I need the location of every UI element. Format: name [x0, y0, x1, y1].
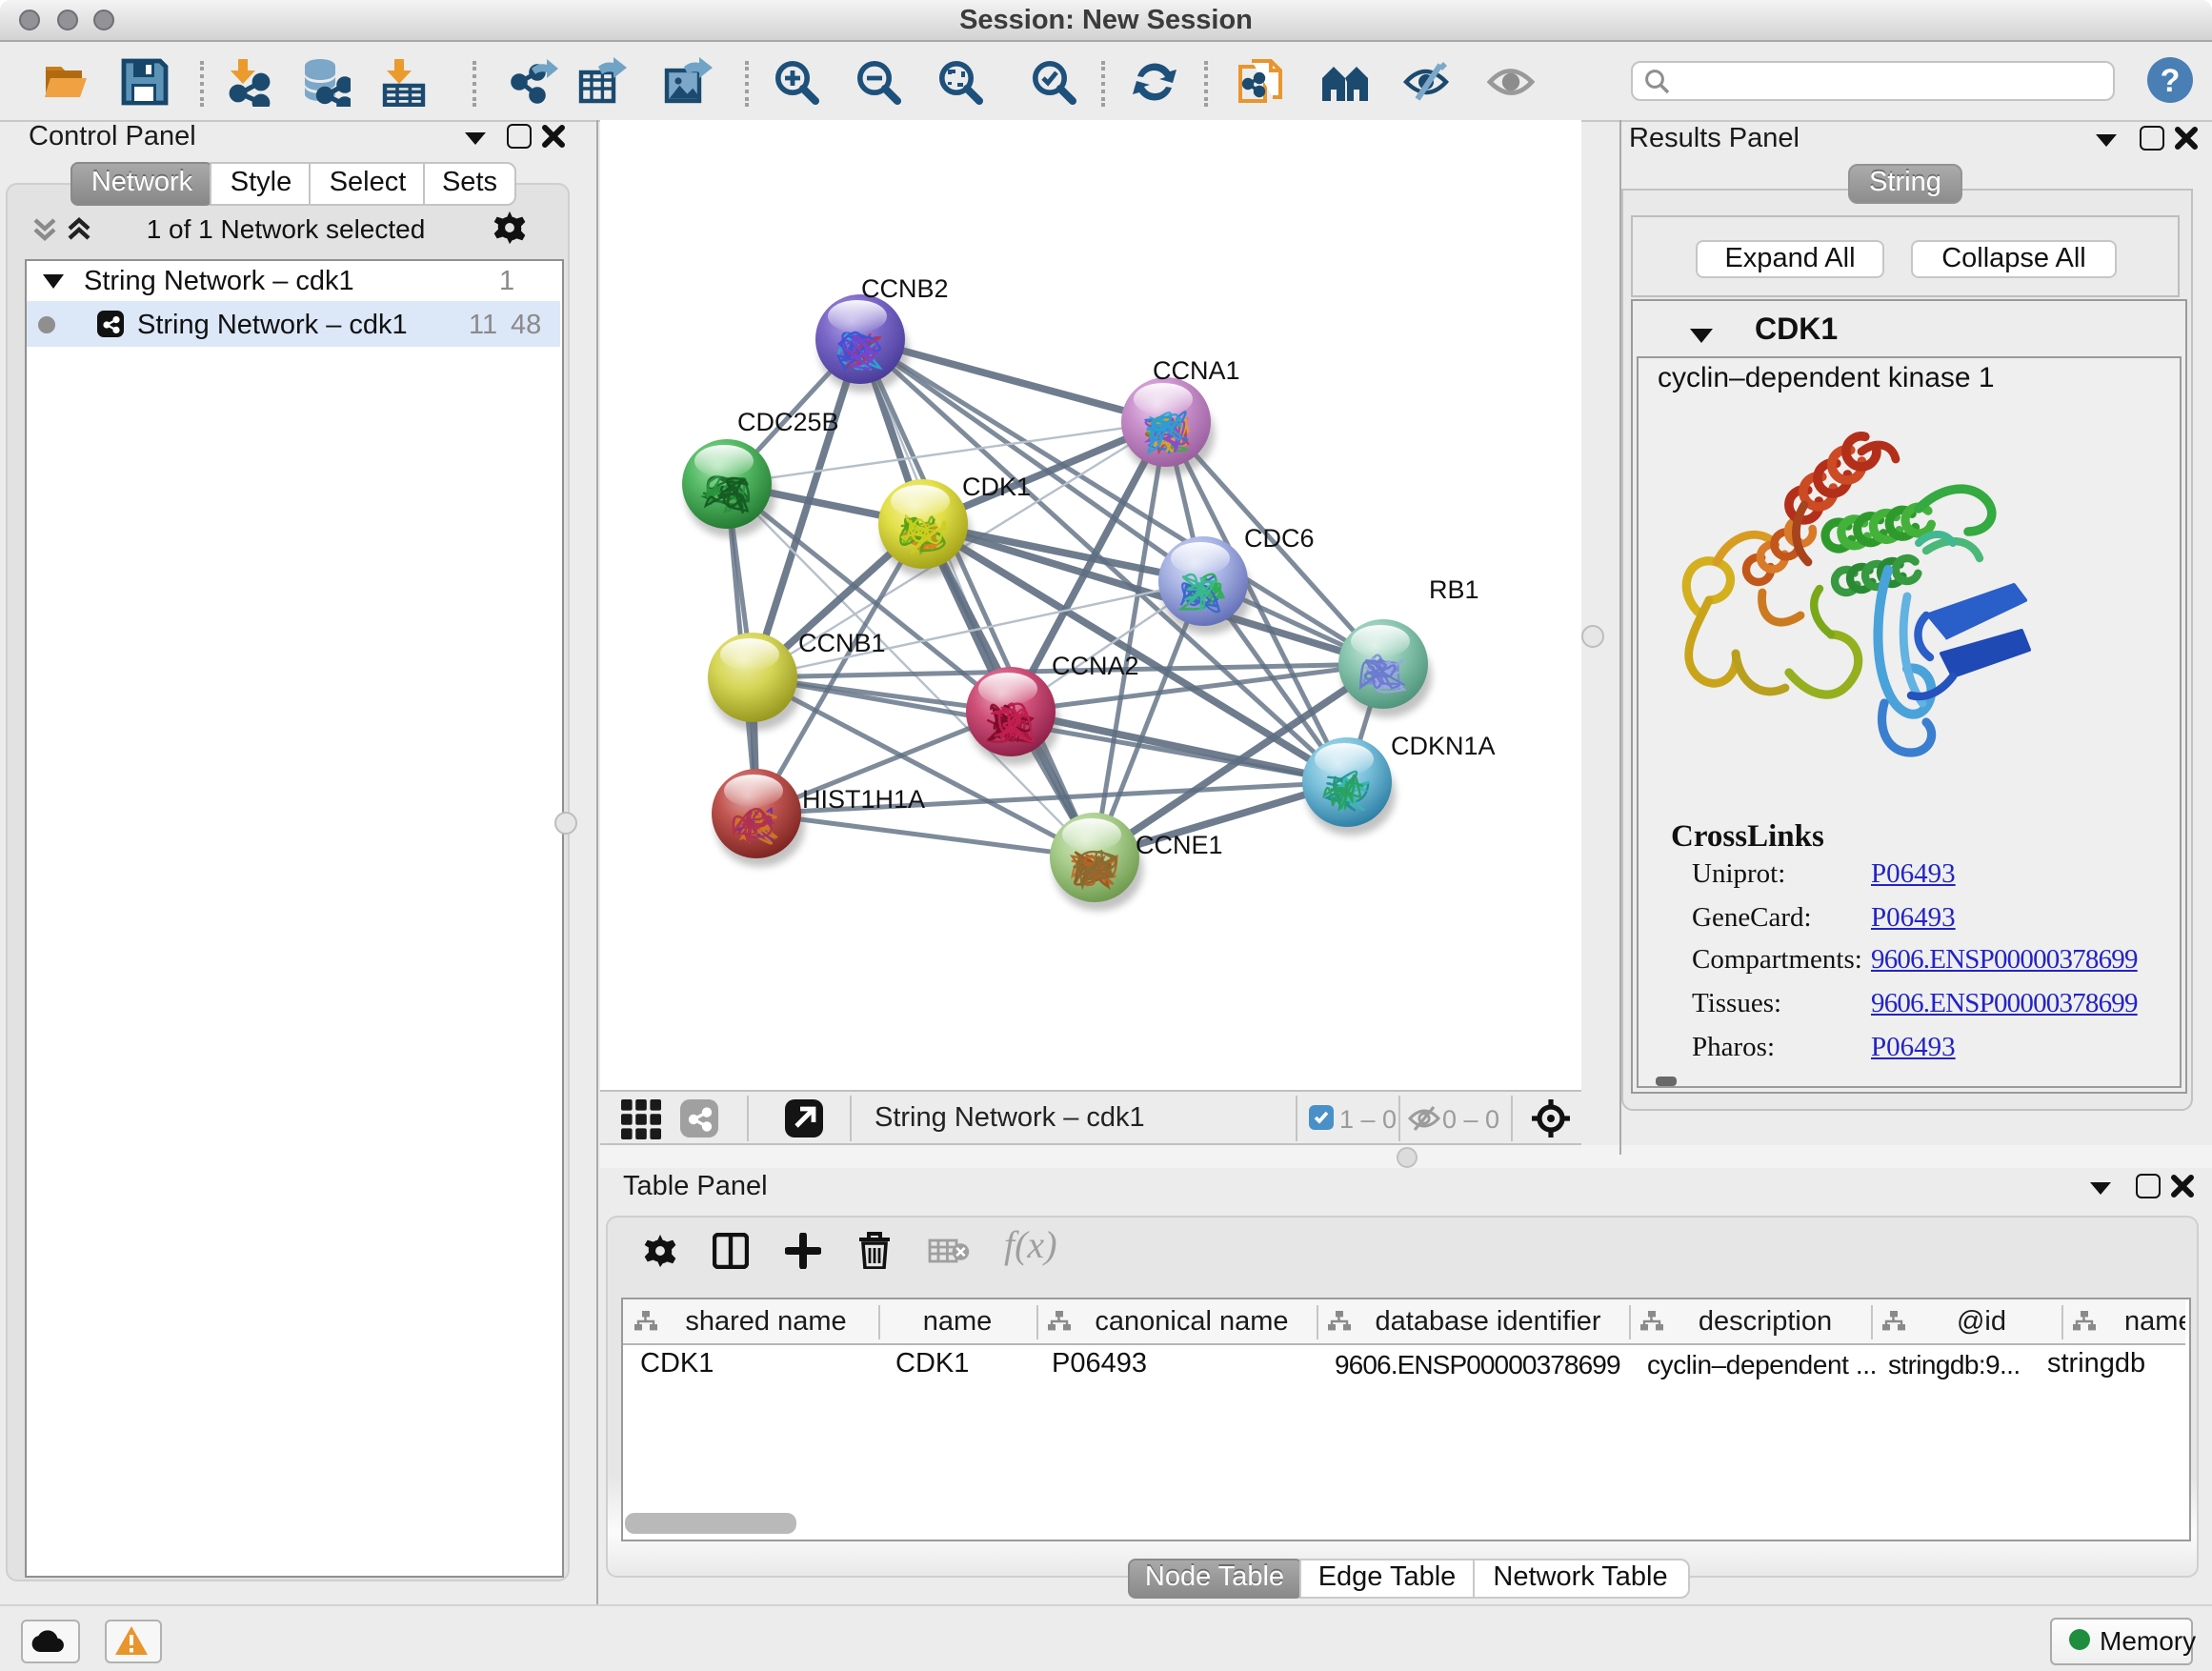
svg-text:CDKN1A: CDKN1A [1391, 732, 1496, 760]
svg-text:CDC25B: CDC25B [737, 408, 839, 436]
svg-text:RB1: RB1 [1429, 575, 1479, 604]
svg-text:HIST1H1A: HIST1H1A [802, 785, 925, 814]
svg-text:CCNA1: CCNA1 [1153, 356, 1240, 385]
svg-text:CDK1: CDK1 [962, 473, 1031, 501]
svg-text:CCNB2: CCNB2 [861, 274, 949, 303]
svg-text:CCNE1: CCNE1 [1136, 831, 1223, 859]
svg-text:CDC6: CDC6 [1244, 524, 1315, 553]
svg-text:CCNA2: CCNA2 [1052, 652, 1139, 680]
svg-text:CCNB1: CCNB1 [798, 629, 886, 657]
